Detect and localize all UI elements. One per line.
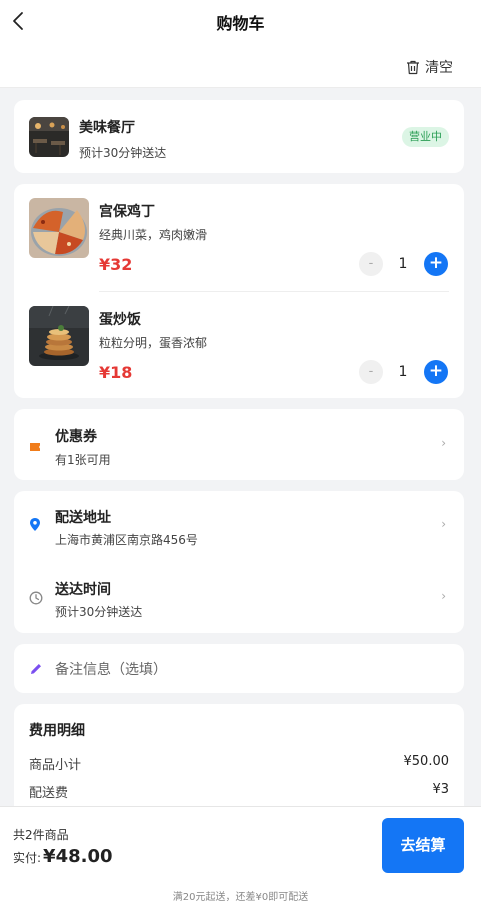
total-payment-amount: ¥48.00 [43, 846, 113, 867]
chevron-right-icon: › [441, 436, 446, 450]
clear-cart-button[interactable]: 清空 [406, 57, 453, 77]
item-name: 宫保鸡丁 [99, 204, 155, 220]
clock-icon [29, 590, 43, 609]
pencil-icon [29, 661, 43, 680]
item-price: ¥18 [99, 363, 133, 382]
cart-items-card: 宫保鸡丁 经典川菜，鸡肉嫩滑 ¥32 - 1 + 蛋炒饭 粒粒分明，蛋香浓郁 ¥… [14, 184, 464, 398]
item-quantity: 1 [398, 256, 408, 272]
minimum-order-tip: 满20元起送，还差¥0即可配送 [172, 892, 309, 903]
ticket-icon [29, 438, 41, 457]
order-note-placeholder: 备注信息（选填） [55, 662, 167, 678]
subtotal-value: ¥50.00 [403, 754, 450, 769]
item-name: 蛋炒饭 [99, 312, 141, 328]
delivery-info-card: 配送地址 上海市黄浦区南京路456号 › 送达时间 预计30分钟送达 › [14, 491, 464, 633]
shop-name: 美味餐厅 [79, 120, 135, 136]
delivery-fee-label: 配送费 [29, 786, 69, 801]
item-quantity: 1 [398, 364, 408, 380]
item-image [29, 198, 89, 258]
item-count: 共2件商品 [13, 828, 69, 842]
coupon-title: 优惠券 [55, 429, 97, 445]
delivery-fee-value: ¥3 [432, 782, 449, 797]
chevron-right-icon: › [441, 517, 446, 531]
item-description: 经典川菜，鸡肉嫩滑 [99, 228, 208, 242]
increase-quantity-button[interactable]: + [424, 360, 448, 384]
subtotal-label: 商品小计 [29, 758, 82, 773]
checkout-bar: 共2件商品 实付: ¥48.00 去结算 满20元起送，还差¥0即可配送 [0, 806, 481, 913]
top-bar: 购物车 清空 [0, 0, 481, 88]
fee-details-title: 费用明细 [29, 723, 85, 739]
clear-cart-label: 清空 [425, 60, 453, 76]
item-divider [99, 291, 449, 292]
delivery-time-row[interactable]: 送达时间 预计30分钟送达 › [14, 563, 464, 633]
page-title: 购物车 [216, 14, 265, 33]
coupon-availability: 有1张可用 [55, 453, 111, 467]
address-title: 配送地址 [55, 510, 111, 526]
address-text: 上海市黄浦区南京路456号 [55, 533, 198, 547]
total-payment: 实付: ¥48.00 [13, 846, 113, 867]
chevron-right-icon: › [441, 589, 446, 603]
shop-delivery-estimate: 预计30分钟送达 [79, 146, 167, 160]
coupon-card[interactable]: 优惠券 有1张可用 › [14, 409, 464, 480]
status-badge: 营业中 [402, 127, 449, 147]
delivery-time-text: 预计30分钟送达 [55, 605, 143, 619]
shop-image [29, 117, 69, 157]
item-image [29, 306, 89, 366]
item-price: ¥32 [99, 255, 133, 274]
total-payment-label: 实付: [13, 851, 42, 865]
checkout-button[interactable]: 去结算 [382, 818, 464, 873]
trash-icon [407, 60, 419, 74]
order-note-field[interactable]: 备注信息（选填） [14, 644, 464, 693]
decrease-quantity-button[interactable]: - [359, 360, 383, 384]
item-description: 粒粒分明，蛋香浓郁 [99, 336, 208, 350]
delivery-time-title: 送达时间 [55, 582, 111, 598]
decrease-quantity-button[interactable]: - [359, 252, 383, 276]
increase-quantity-button[interactable]: + [424, 252, 448, 276]
address-row[interactable]: 配送地址 上海市黄浦区南京路456号 › [14, 491, 464, 562]
shop-card: 美味餐厅 预计30分钟送达 营业中 [14, 100, 464, 173]
location-pin-icon [29, 517, 41, 536]
